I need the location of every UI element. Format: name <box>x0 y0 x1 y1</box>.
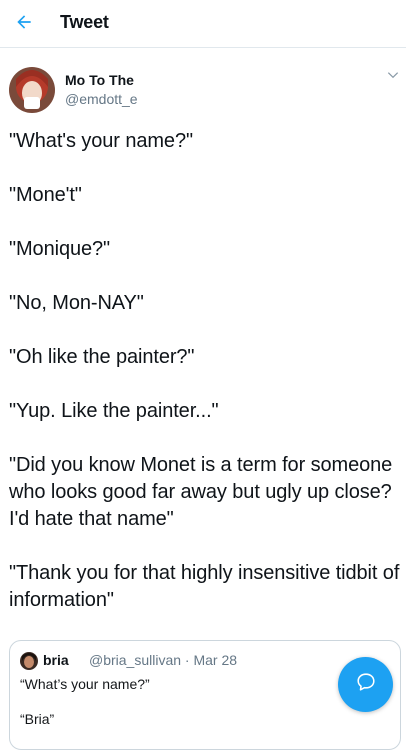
back-button[interactable] <box>10 10 38 38</box>
author-handle[interactable]: @emdott_e <box>65 91 138 107</box>
tweet-line: "No, Mon-NAY" <box>9 292 144 314</box>
quoted-avatar <box>20 652 38 670</box>
tweet-line: "Thank you for that highly insensitive t… <box>9 562 400 611</box>
quoted-text-line: “What’s your name?” <box>20 676 150 692</box>
tweet-line: "Yup. Like the painter..." <box>9 400 219 422</box>
arrow-left-icon <box>14 12 34 37</box>
tweet-line: "What's your name?" <box>9 130 193 152</box>
more-options-button[interactable] <box>384 68 402 86</box>
chevron-down-icon <box>386 68 400 87</box>
reply-fab-button[interactable] <box>338 657 393 712</box>
tweet-text: "What's your name?" "Mone't" "Monique?" … <box>9 128 403 641</box>
reply-bubble-icon <box>355 671 377 698</box>
quoted-author-name: bria <box>43 652 69 668</box>
page-title: Tweet <box>60 12 109 32</box>
tweet-line: "Did you know Monet is a term for someon… <box>9 454 393 530</box>
top-bar: Tweet <box>0 0 406 48</box>
tweet-line: "Oh like the painter?" <box>9 346 195 368</box>
quoted-author-handle: @bria_sullivan · Mar 28 <box>89 652 238 668</box>
avatar[interactable] <box>9 67 55 113</box>
author-name[interactable]: Mo To The <box>65 72 134 88</box>
tweet-line: "Monique?" <box>9 238 111 260</box>
tweet-author: Mo To The @emdott_e <box>0 48 406 118</box>
tweet-line: "Mone't" <box>9 184 82 206</box>
quoted-text-line: “Bria” <box>20 711 55 727</box>
